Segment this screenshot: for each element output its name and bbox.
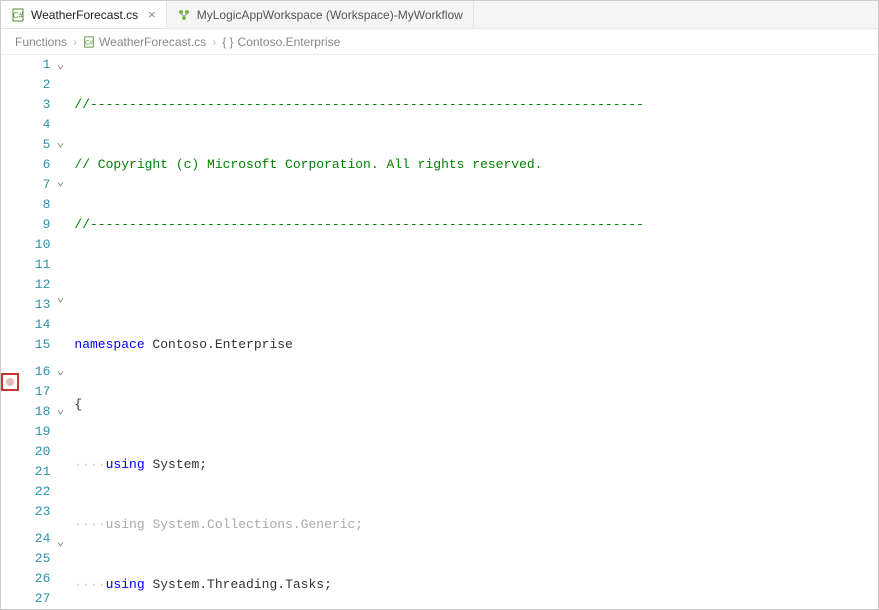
fold-icon[interactable]: ⌄ xyxy=(54,532,66,552)
tab-workflow[interactable]: MyLogicAppWorkspace (Workspace)-MyWorkfl… xyxy=(167,1,474,28)
line-numbers: 1 2 3 4 5 6 7 8 9 10 11 12 13 14 15 16 1… xyxy=(19,55,55,609)
code-editor[interactable]: 1 2 3 4 5 6 7 8 9 10 11 12 13 14 15 16 1… xyxy=(1,55,878,609)
tab-label: MyLogicAppWorkspace (Workspace)-MyWorkfl… xyxy=(197,8,463,22)
fold-icon[interactable]: ⌄ xyxy=(54,133,66,153)
fold-gutter[interactable]: ⌄ ⌄ ⌄ ⌄ ⌄ ⌄ ⌄ xyxy=(54,55,70,609)
fold-icon[interactable]: ⌄ xyxy=(54,361,66,381)
breadcrumb-bar: Functions › C# WeatherForecast.cs › { } … xyxy=(1,29,878,55)
breakpoint-dot-icon xyxy=(6,378,14,386)
csharp-file-icon: C# xyxy=(83,36,95,48)
breakpoint-margin[interactable] xyxy=(1,55,19,609)
chevron-right-icon: › xyxy=(73,35,77,49)
fold-icon[interactable]: ⌄ xyxy=(54,400,66,420)
breadcrumb-item[interactable]: C# WeatherForecast.cs xyxy=(83,35,206,49)
svg-text:C#: C# xyxy=(85,40,93,46)
close-icon[interactable]: × xyxy=(148,7,156,22)
fold-icon[interactable]: ⌄ xyxy=(54,172,66,192)
tab-weatherforecast[interactable]: C# WeatherForecast.cs × xyxy=(1,1,167,28)
code-content[interactable]: //--------------------------------------… xyxy=(70,55,878,609)
breakpoint-indicator[interactable] xyxy=(1,373,19,391)
breadcrumb-item[interactable]: Functions xyxy=(15,35,67,49)
svg-text:C#: C# xyxy=(13,11,24,20)
fold-icon[interactable]: ⌄ xyxy=(54,288,66,308)
workflow-icon xyxy=(177,8,191,22)
fold-icon[interactable]: ⌄ xyxy=(54,55,66,75)
csharp-file-icon: C# xyxy=(11,8,25,22)
chevron-right-icon: › xyxy=(212,35,216,49)
editor-tabs: C# WeatherForecast.cs × MyLogicAppWorksp… xyxy=(1,1,878,29)
breadcrumb-item[interactable]: { } Contoso.Enterprise xyxy=(222,35,340,49)
tab-label: WeatherForecast.cs xyxy=(31,8,138,22)
braces-icon: { } xyxy=(222,35,233,49)
